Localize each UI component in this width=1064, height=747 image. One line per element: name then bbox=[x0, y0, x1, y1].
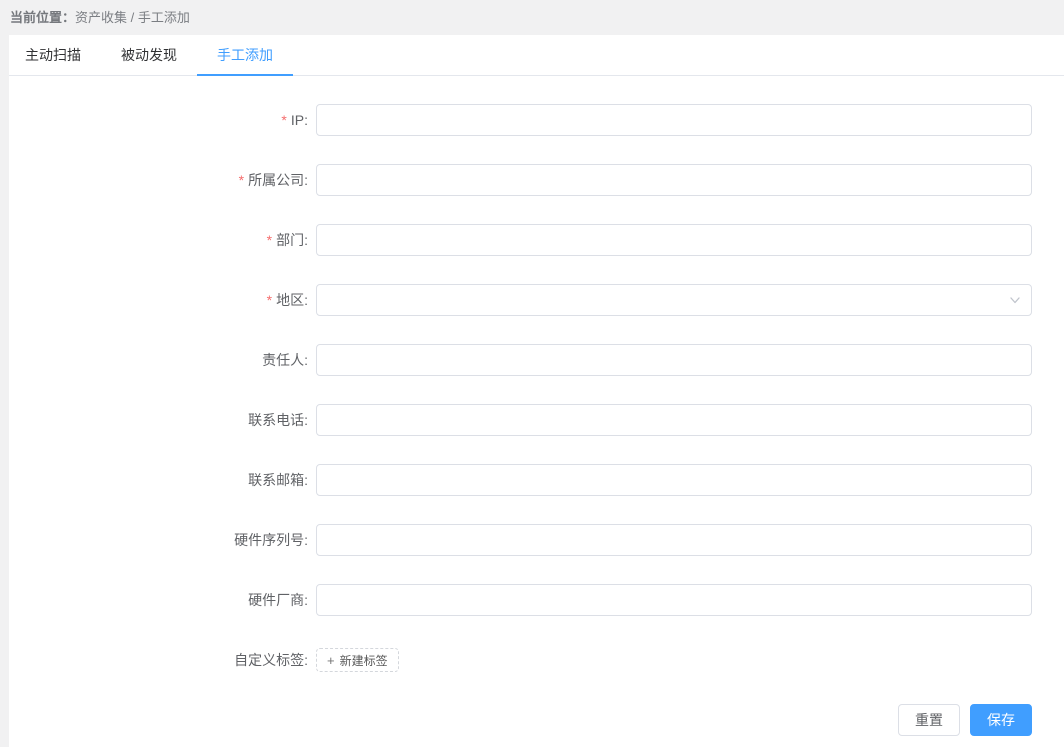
required-asterisk: * bbox=[238, 172, 245, 188]
required-asterisk: * bbox=[266, 232, 273, 248]
form-row-owner: 责任人: bbox=[9, 344, 1032, 376]
save-button[interactable]: 保存 bbox=[970, 704, 1032, 736]
tab-passive-discovery[interactable]: 被动发现 bbox=[101, 35, 197, 75]
form-row-department: * 部门: bbox=[9, 224, 1032, 256]
reset-button[interactable]: 重置 bbox=[898, 704, 960, 736]
serial-label: 硬件序列号: bbox=[234, 532, 308, 548]
phone-input[interactable] bbox=[316, 404, 1032, 436]
manual-add-form: * IP: * 所属公司: * 部门: * 地区: 责任人: 联系电话: 联系邮… bbox=[9, 76, 1064, 747]
tab-bar: 主动扫描 被动发现 手工添加 bbox=[9, 35, 1064, 76]
email-input[interactable] bbox=[316, 464, 1032, 496]
ip-input[interactable] bbox=[316, 104, 1032, 136]
form-row-phone: 联系电话: bbox=[9, 404, 1032, 436]
department-control bbox=[316, 224, 1032, 256]
department-label: * 部门: bbox=[266, 232, 308, 248]
vendor-label: 硬件厂商: bbox=[248, 592, 308, 608]
form-row-custom-tags: 自定义标签: + 新建标签 bbox=[9, 644, 1032, 676]
tab-active-scan[interactable]: 主动扫描 bbox=[25, 35, 101, 75]
ip-label: * IP: bbox=[281, 112, 308, 128]
owner-control bbox=[316, 344, 1032, 376]
serial-control bbox=[316, 524, 1032, 556]
vendor-input[interactable] bbox=[316, 584, 1032, 616]
email-label: 联系邮箱: bbox=[248, 472, 308, 488]
form-row-serial: 硬件序列号: bbox=[9, 524, 1032, 556]
content-card: 主动扫描 被动发现 手工添加 *IP: *所属公司: *部门: *地区: bbox=[9, 35, 1064, 747]
breadcrumb-path: 资产收集 / 手工添加 bbox=[75, 10, 190, 25]
email-control bbox=[316, 464, 1032, 496]
phone-control bbox=[316, 404, 1032, 436]
owner-input[interactable] bbox=[316, 344, 1032, 376]
phone-label: 联系电话: bbox=[248, 412, 308, 428]
tab-manual-add[interactable]: 手工添加 bbox=[197, 35, 293, 76]
region-label: * 地区: bbox=[266, 292, 308, 308]
breadcrumb: 当前位置：资产收集 / 手工添加 bbox=[0, 0, 1064, 35]
region-select[interactable] bbox=[316, 284, 1032, 316]
form-row-company: * 所属公司: bbox=[9, 164, 1032, 196]
department-input[interactable] bbox=[316, 224, 1032, 256]
custom-tags-label: 自定义标签: bbox=[234, 652, 308, 668]
vendor-control bbox=[316, 584, 1032, 616]
required-asterisk: * bbox=[281, 112, 287, 128]
company-input[interactable] bbox=[316, 164, 1032, 196]
plus-icon: + bbox=[327, 652, 335, 668]
form-row-email: 联系邮箱: bbox=[9, 464, 1032, 496]
new-tag-button[interactable]: + 新建标签 bbox=[316, 648, 399, 672]
region-select-input[interactable] bbox=[316, 284, 1032, 316]
form-row-vendor: 硬件厂商: bbox=[9, 584, 1032, 616]
new-tag-button-label: 新建标签 bbox=[339, 653, 388, 668]
required-asterisk: * bbox=[266, 292, 273, 308]
ip-control bbox=[316, 104, 1032, 136]
serial-input[interactable] bbox=[316, 524, 1032, 556]
owner-label: 责任人: bbox=[262, 352, 308, 368]
form-row-region: * 地区: bbox=[9, 284, 1032, 316]
form-row-ip: * IP: bbox=[9, 104, 1032, 136]
breadcrumb-prefix: 当前位置： bbox=[10, 10, 76, 25]
custom-tags-control: + 新建标签 bbox=[316, 644, 1032, 676]
company-label: * 所属公司: bbox=[238, 172, 308, 188]
company-control bbox=[316, 164, 1032, 196]
form-footer: 重置 保存 bbox=[9, 704, 1064, 736]
